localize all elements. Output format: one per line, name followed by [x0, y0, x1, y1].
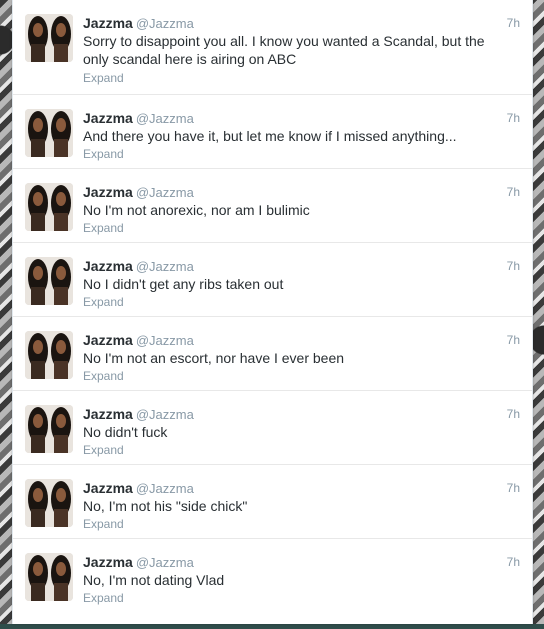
tweet-timestamp[interactable]: 7h — [507, 109, 520, 127]
profile-photo-icon[interactable] — [25, 109, 73, 157]
tweet-text: No, I'm not his "side chick" — [83, 498, 248, 514]
tweet-timestamp[interactable]: 7h — [507, 14, 520, 32]
expand-link[interactable]: Expand — [83, 70, 124, 86]
tweet-header: Jazzma @Jazzma — [83, 109, 520, 127]
tweet-text: No I'm not anorexic, nor am I bulimic — [83, 202, 310, 218]
user-name[interactable]: Jazzma — [83, 184, 133, 200]
profile-photo-icon[interactable] — [25, 553, 73, 601]
tweet-item[interactable]: Jazzma @Jazzma 7h No, I'm not his "side c… — [13, 465, 532, 539]
profile-photo-icon[interactable] — [25, 479, 73, 527]
user-handle[interactable]: @Jazzma — [136, 333, 194, 348]
tweet-text: No I'm not an escort, nor have I ever be… — [83, 350, 345, 366]
expand-link[interactable]: Expand — [83, 442, 124, 458]
tweet-item[interactable]: Jazzma @Jazzma 7h No, I'm not dating Vlad… — [13, 539, 532, 613]
tweet-timestamp[interactable]: 7h — [507, 257, 520, 275]
user-name[interactable]: Jazzma — [83, 258, 133, 274]
profile-photo-icon[interactable] — [25, 14, 73, 62]
profile-photo-icon[interactable] — [25, 405, 73, 453]
user-handle[interactable]: @Jazzma — [136, 555, 194, 570]
user-name[interactable]: Jazzma — [83, 554, 133, 570]
tweet-timestamp[interactable]: 7h — [507, 405, 520, 423]
tweet-header: Jazzma @Jazzma — [83, 331, 520, 349]
user-name[interactable]: Jazzma — [83, 110, 133, 126]
profile-photo-icon[interactable] — [25, 183, 73, 231]
tweet-header: Jazzma @Jazzma — [83, 183, 520, 201]
tweet-timestamp[interactable]: 7h — [507, 183, 520, 201]
expand-link[interactable]: Expand — [83, 368, 124, 384]
tweet-header: Jazzma @Jazzma — [83, 479, 520, 497]
tweet-timestamp[interactable]: 7h — [507, 331, 520, 349]
expand-link[interactable]: Expand — [83, 220, 124, 236]
tweet-timestamp[interactable]: 7h — [507, 553, 520, 571]
expand-link[interactable]: Expand — [83, 590, 124, 606]
tweet-header: Jazzma @Jazzma — [83, 553, 520, 571]
tweet-text: No, I'm not dating Vlad — [83, 572, 225, 588]
profile-photo-icon[interactable] — [25, 257, 73, 305]
tweet-text: Sorry to disappoint you all. I know you … — [83, 33, 485, 67]
tweet-timestamp[interactable]: 7h — [507, 479, 520, 497]
tweet-text: No didn't fuck — [83, 424, 168, 440]
tweet-text: No I didn't get any ribs taken out — [83, 276, 284, 292]
expand-link[interactable]: Expand — [83, 516, 124, 532]
tweet-item[interactable]: Jazzma @Jazzma 7h No I'm not anorexic, no… — [13, 169, 532, 243]
expand-link[interactable]: Expand — [83, 146, 124, 162]
user-handle[interactable]: @Jazzma — [136, 259, 194, 274]
expand-link[interactable]: Expand — [83, 294, 124, 310]
user-handle[interactable]: @Jazzma — [136, 16, 194, 31]
tweet-text: And there you have it, but let me know i… — [83, 128, 457, 144]
profile-photo-icon[interactable] — [25, 331, 73, 379]
tweet-item[interactable]: Jazzma @Jazzma 7h No I'm not an escort, n… — [13, 317, 532, 391]
user-name[interactable]: Jazzma — [83, 406, 133, 422]
user-handle[interactable]: @Jazzma — [136, 185, 194, 200]
user-name[interactable]: Jazzma — [83, 480, 133, 496]
tweet-item[interactable]: Jazzma @Jazzma 7h No didn't fuck Expand — [13, 391, 532, 465]
tweet-timeline: Jazzma @Jazzma 7h Sorry to disappoint you… — [12, 0, 533, 624]
tweet-item[interactable]: Jazzma @Jazzma 7h And there you have it, … — [13, 95, 532, 169]
tweet-item[interactable]: Jazzma @Jazzma 7h Sorry to disappoint you… — [13, 0, 532, 95]
bottom-bar — [0, 624, 544, 629]
tweet-header: Jazzma @Jazzma — [83, 14, 520, 32]
user-name[interactable]: Jazzma — [83, 15, 133, 31]
user-name[interactable]: Jazzma — [83, 332, 133, 348]
tweet-header: Jazzma @Jazzma — [83, 257, 520, 275]
user-handle[interactable]: @Jazzma — [136, 111, 194, 126]
tweet-header: Jazzma @Jazzma — [83, 405, 520, 423]
user-handle[interactable]: @Jazzma — [136, 407, 194, 422]
user-handle[interactable]: @Jazzma — [136, 481, 194, 496]
tweet-item[interactable]: Jazzma @Jazzma 7h No I didn't get any rib… — [13, 243, 532, 317]
